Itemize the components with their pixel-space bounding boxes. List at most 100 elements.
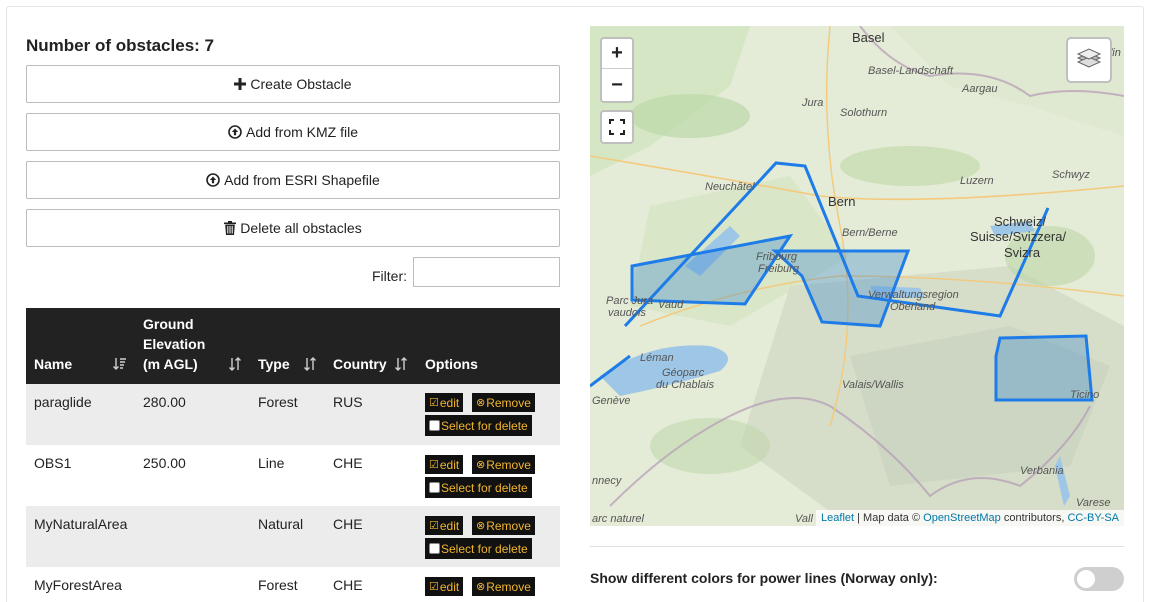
edit-label: edit (439, 457, 460, 472)
sort-desc-icon[interactable] (113, 357, 127, 374)
map-label: arc naturel (592, 513, 645, 525)
remove-button[interactable]: ⊗ Remove (472, 455, 535, 474)
edit-button[interactable]: ☑ edit (425, 393, 464, 412)
fullscreen-button[interactable] (600, 110, 634, 144)
map-label: Varese (1076, 497, 1110, 509)
fullscreen-icon (609, 119, 625, 135)
cell-type: Forest (258, 394, 298, 410)
map-label: Schweiz/ (994, 214, 1046, 229)
leaflet-link[interactable]: Leaflet (821, 512, 854, 524)
remove-label: Remove (486, 518, 531, 533)
obstacle-count-title: Number of obstacles: 7 (26, 36, 214, 55)
edit-button[interactable]: ☑ edit (425, 577, 464, 596)
edit-icon: ☑ (429, 397, 439, 409)
map-label: Parc Jura (606, 295, 653, 307)
remove-circle-icon: ⊗ (476, 459, 486, 471)
create-obstacle-button[interactable]: Create Obstacle (26, 65, 560, 103)
map-label: Suisse/Svizzera/ (970, 229, 1066, 244)
select-label: Select for delete (441, 541, 528, 556)
cell-country: CHE (333, 516, 363, 532)
add-shapefile-button[interactable]: Add from ESRI Shapefile (26, 161, 560, 199)
cell-elevation: 280.00 (143, 394, 186, 410)
edit-label: edit (439, 579, 460, 594)
filter-label: Filter: (372, 268, 407, 284)
map-label: Basel (852, 30, 885, 45)
layers-button[interactable] (1066, 37, 1112, 83)
power-lines-toggle[interactable] (1074, 567, 1124, 591)
remove-button[interactable]: ⊗ Remove (472, 577, 535, 596)
edit-button[interactable]: ☑ edit (425, 455, 464, 474)
remove-label: Remove (486, 579, 531, 594)
select-label: Select for delete (441, 418, 528, 433)
map-label: Vaud (658, 299, 684, 311)
table-row: MyForestArea Forest CHE ☑ edit ⊗ Remove (26, 567, 560, 602)
map-label: Schwyz (1052, 169, 1090, 181)
select-checkbox[interactable] (429, 543, 440, 554)
map-label: Solothurn (840, 107, 887, 119)
elevation-header-line1: Ground (143, 316, 194, 332)
cell-name: paraglide (34, 394, 92, 410)
map-label: Aargau (961, 83, 997, 95)
map-label: Freiburg (758, 263, 800, 275)
select-checkbox[interactable] (429, 420, 440, 431)
zoom-out-button[interactable]: − (602, 70, 632, 100)
map-label: Valais/Wallis (842, 379, 904, 391)
cell-country: CHE (333, 455, 363, 471)
map-label: Vall (795, 513, 813, 525)
map-canvas[interactable]: Basel Basel-Landschaft Aargau Jura Solot… (590, 26, 1124, 526)
cell-type: Line (258, 455, 285, 471)
map-label: Genève (592, 395, 631, 407)
map-label: Basel-Landschaft (868, 65, 954, 77)
remove-button[interactable]: ⊗ Remove (472, 516, 535, 535)
sort-both-icon[interactable] (394, 357, 408, 374)
map-label: Neuchâtel (705, 181, 755, 193)
divider (590, 546, 1124, 547)
select-for-delete[interactable]: Select for delete (425, 538, 532, 559)
select-for-delete[interactable]: Select for delete (425, 477, 532, 498)
cell-country: CHE (333, 577, 363, 593)
filter-input[interactable] (413, 257, 560, 287)
zoom-control: + − (600, 37, 634, 103)
delete-all-label: Delete all obstacles (240, 220, 362, 236)
cell-type: Forest (258, 577, 298, 593)
sort-both-icon[interactable] (303, 357, 317, 374)
remove-label: Remove (486, 457, 531, 472)
map-label: Bern/Berne (842, 227, 898, 239)
map-label: Fribourg (756, 251, 798, 263)
cell-country: RUS (333, 394, 363, 410)
edit-icon: ☑ (429, 459, 439, 471)
sort-both-icon[interactable] (228, 357, 242, 374)
map-label: nnecy (592, 475, 623, 487)
column-header-country[interactable]: Country (333, 354, 387, 374)
delete-all-button[interactable]: Delete all obstacles (26, 209, 560, 247)
elevation-header-line3: (m AGL) (143, 356, 198, 372)
table-row: MyNaturalArea Natural CHE ☑ edit ⊗ Remove … (26, 506, 560, 567)
cell-type: Natural (258, 516, 304, 532)
license-link[interactable]: CC-BY-SA (1067, 512, 1119, 524)
select-for-delete[interactable]: Select for delete (425, 415, 532, 436)
add-kmz-button[interactable]: Add from KMZ file (26, 113, 560, 151)
column-header-type[interactable]: Type (258, 354, 290, 374)
remove-circle-icon: ⊗ (476, 520, 486, 532)
toggle-knob (1077, 570, 1095, 588)
trash-icon (224, 221, 237, 235)
edit-button[interactable]: ☑ edit (425, 516, 464, 535)
cell-name: OBS1 (34, 455, 72, 471)
table-row: OBS1 250.00 Line CHE ☑ edit ⊗ Remove Selec… (26, 445, 560, 506)
edit-label: edit (439, 395, 460, 410)
osm-link[interactable]: OpenStreetMap (923, 512, 1001, 524)
obstacle-map[interactable]: Basel Basel-Landschaft Aargau Jura Solot… (590, 26, 1124, 526)
select-checkbox[interactable] (429, 482, 440, 493)
elevation-header-line2: Elevation (143, 336, 206, 352)
power-lines-label: Show different colors for power lines (N… (590, 570, 938, 586)
remove-circle-icon: ⊗ (476, 581, 486, 593)
remove-button[interactable]: ⊗ Remove (472, 393, 535, 412)
column-header-name[interactable]: Name (34, 354, 72, 374)
map-label: Léman (640, 352, 674, 364)
column-header-elevation[interactable]: Ground Elevation (m AGL) (143, 314, 205, 374)
cell-name: MyNaturalArea (34, 516, 128, 532)
map-label: Verwaltungsregion (868, 289, 959, 301)
zoom-in-button[interactable]: + (602, 39, 632, 69)
map-label: du Chablais (656, 379, 715, 391)
map-label: Luzern (960, 175, 994, 187)
